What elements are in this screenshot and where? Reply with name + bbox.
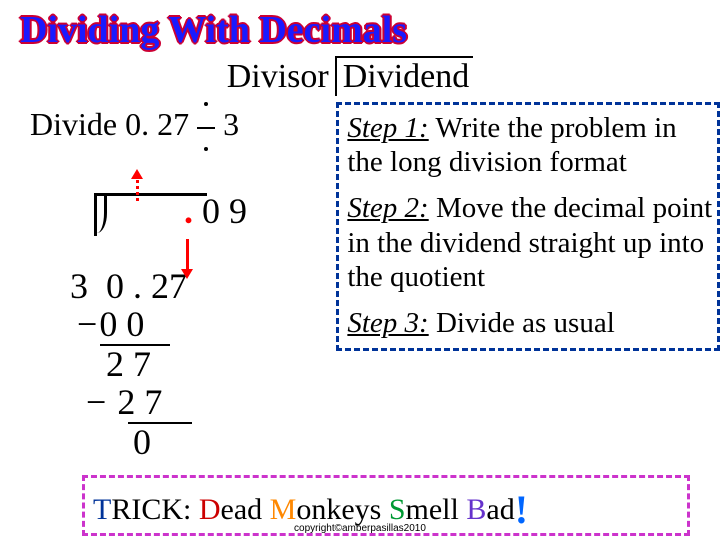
trick-b: B xyxy=(466,493,486,526)
subtract-2: 2 7 xyxy=(117,382,162,422)
division-labels: DivisorDividend xyxy=(150,56,550,96)
trick-m: M xyxy=(270,493,297,526)
trick-mell: mell xyxy=(406,493,467,526)
quotient-digits: 0 9 xyxy=(202,191,247,231)
page-title: Dividing With Decimals xyxy=(0,0,720,56)
arrow-down-icon xyxy=(186,239,188,273)
step-3-label: Step 3: xyxy=(347,307,428,339)
step-1-label: Step 1: xyxy=(347,112,428,144)
step-1: Step 1: Write the problem in the long di… xyxy=(347,111,713,179)
minus-icon: − xyxy=(77,304,97,344)
remainder-2: 0 xyxy=(133,422,151,462)
divisor-label: Divisor xyxy=(227,58,335,96)
step-2: Step 2: Move the decimal point in the di… xyxy=(347,191,713,294)
trick-ead: ead xyxy=(221,493,270,526)
step-2-label: Step 2: xyxy=(347,192,428,224)
step-3: Step 3: Divide as usual xyxy=(347,306,713,340)
dividend-label: Dividend xyxy=(335,56,474,96)
worked-example: Divide 0. 27 3 . 0 9 3 0 . 27 −0 0 2 7 −… xyxy=(0,96,336,461)
long-divisor: 3 xyxy=(70,266,88,306)
arrow-up-icon xyxy=(136,175,138,201)
remainder-1: 2 7 xyxy=(106,344,151,384)
copyright-text: copyright©amberpasillas2010 xyxy=(0,523,720,534)
trick-d: D xyxy=(199,493,221,526)
long-division-work: . 0 9 3 0 . 27 −0 0 2 7 − 2 7 0 xyxy=(70,155,336,461)
trick-onkeys: onkeys xyxy=(296,493,389,526)
subtract-1: 0 0 xyxy=(99,304,144,344)
dividend-value: 0. 27 xyxy=(125,106,189,142)
divisor-value: 3 xyxy=(223,106,239,142)
problem-statement: Divide 0. 27 3 xyxy=(30,106,336,145)
minus-icon: − xyxy=(86,382,106,422)
long-dividend: 0 . 27 xyxy=(106,266,187,306)
division-sign-icon xyxy=(197,108,215,145)
step-3-text: Divide as usual xyxy=(429,307,615,339)
trick-s: S xyxy=(389,493,406,526)
divide-word: Divide xyxy=(30,106,125,142)
steps-box: Step 1: Write the problem in the long di… xyxy=(336,102,720,351)
trick-ad: ad xyxy=(486,493,514,526)
division-bracket-icon xyxy=(94,193,207,236)
trick-t: T xyxy=(93,493,111,526)
trick-rick: RICK: xyxy=(111,493,199,526)
